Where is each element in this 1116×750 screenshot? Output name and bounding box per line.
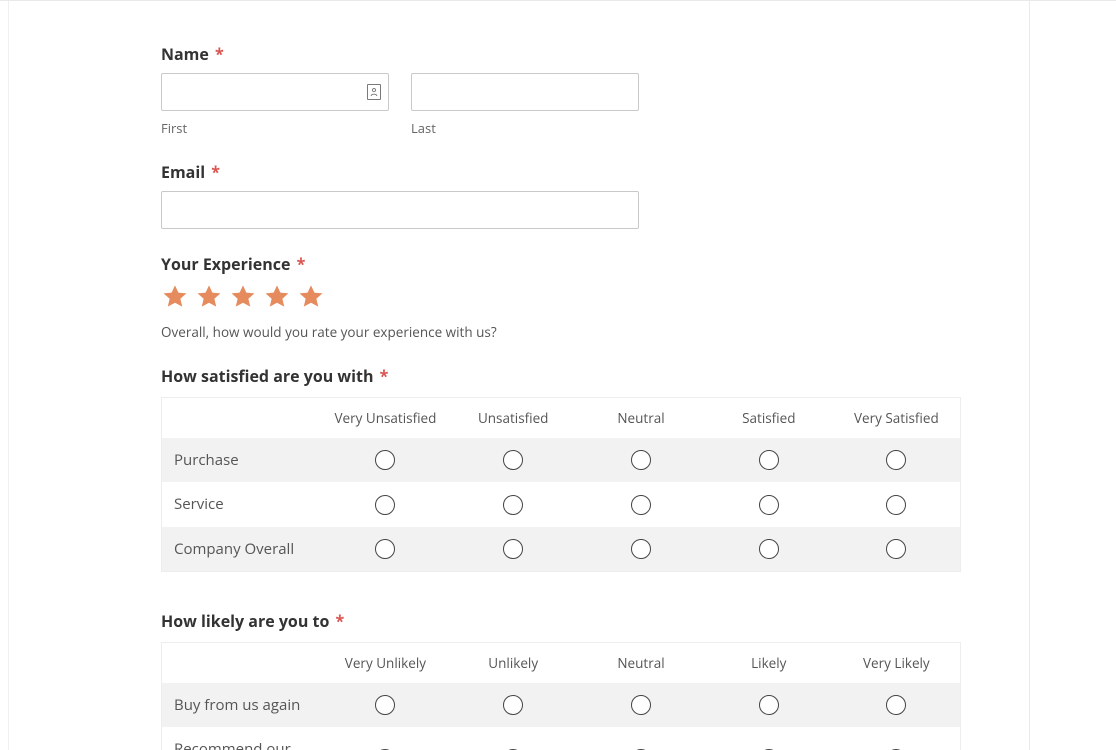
satisfaction-service-satisfied[interactable] [759, 495, 779, 515]
satisfaction-col-0: Very Unsatisfied [322, 398, 450, 439]
likelihood-buy-very-unlikely[interactable] [375, 695, 395, 715]
last-name-sublabel: Last [411, 119, 639, 137]
satisfaction-service-neutral[interactable] [631, 495, 651, 515]
likelihood-buy-neutral[interactable] [631, 695, 651, 715]
satisfaction-service-very-unsatisfied[interactable] [375, 495, 395, 515]
required-marker: * [211, 161, 220, 183]
satisfaction-col-2: Neutral [577, 398, 705, 439]
likelihood-buy-unlikely[interactable] [503, 695, 523, 715]
likelihood-col-3: Likely [705, 642, 833, 683]
contact-card-icon [367, 84, 381, 100]
star-5[interactable] [297, 283, 325, 311]
satisfaction-company-satisfied[interactable] [759, 539, 779, 559]
satisfaction-purchase-neutral[interactable] [631, 450, 651, 470]
first-name-sublabel: First [161, 119, 389, 137]
satisfaction-row-purchase: Purchase [162, 438, 961, 482]
satisfaction-field: How satisfied are you with * Very Unsati… [161, 365, 961, 572]
satisfaction-col-1: Unsatisfied [449, 398, 577, 439]
name-field: Name * [161, 43, 961, 137]
required-marker: * [297, 253, 306, 275]
satisfaction-row-0-label: Purchase [162, 438, 322, 482]
likelihood-row-0-label: Buy from us again [162, 683, 322, 727]
satisfaction-company-neutral[interactable] [631, 539, 651, 559]
satisfaction-row-2-label: Company Overall [162, 527, 322, 572]
likelihood-field: How likely are you to * Very Unlikely Un… [161, 610, 961, 750]
last-name-input[interactable] [411, 73, 639, 111]
satisfaction-purchase-very-satisfied[interactable] [886, 450, 906, 470]
satisfaction-purchase-satisfied[interactable] [759, 450, 779, 470]
satisfaction-service-unsatisfied[interactable] [503, 495, 523, 515]
satisfaction-label-text: How satisfied are you with [161, 365, 373, 387]
likelihood-col-4: Very Likely [833, 642, 961, 683]
satisfaction-row-1-label: Service [162, 482, 322, 526]
star-4[interactable] [263, 283, 291, 311]
star-3[interactable] [229, 283, 257, 311]
likelihood-row-recommend: Recommend our product to others [162, 727, 961, 750]
satisfaction-company-unsatisfied[interactable] [503, 539, 523, 559]
form-panel: Name * [8, 1, 1030, 750]
required-marker: * [380, 365, 389, 387]
likelihood-col-1: Unlikely [449, 642, 577, 683]
name-label-text: Name [161, 43, 209, 65]
likelihood-matrix: Very Unlikely Unlikely Neutral Likely Ve… [161, 642, 961, 750]
star-2[interactable] [195, 283, 223, 311]
satisfaction-row-service: Service [162, 482, 961, 526]
experience-label-text: Your Experience [161, 253, 290, 275]
likelihood-buy-very-likely[interactable] [886, 695, 906, 715]
email-label: Email * [161, 161, 961, 183]
satisfaction-col-4: Very Satisfied [833, 398, 961, 439]
likelihood-buy-likely[interactable] [759, 695, 779, 715]
required-marker: * [215, 43, 224, 65]
required-marker: * [336, 610, 345, 632]
email-label-text: Email [161, 161, 205, 183]
satisfaction-matrix: Very Unsatisfied Unsatisfied Neutral Sat… [161, 397, 961, 572]
satisfaction-label: How satisfied are you with * [161, 365, 961, 387]
experience-label: Your Experience * [161, 253, 961, 275]
satisfaction-row-company: Company Overall [162, 527, 961, 572]
likelihood-label-text: How likely are you to [161, 610, 329, 632]
experience-field: Your Experience * Overall, how would you… [161, 253, 961, 341]
satisfaction-purchase-very-unsatisfied[interactable] [375, 450, 395, 470]
likelihood-row-buy: Buy from us again [162, 683, 961, 727]
likelihood-col-2: Neutral [577, 642, 705, 683]
likelihood-col-0: Very Unlikely [322, 642, 450, 683]
star-1[interactable] [161, 283, 189, 311]
satisfaction-company-very-unsatisfied[interactable] [375, 539, 395, 559]
satisfaction-col-3: Satisfied [705, 398, 833, 439]
email-field: Email * [161, 161, 961, 229]
email-input[interactable] [161, 191, 639, 229]
star-rating[interactable] [161, 283, 961, 311]
first-name-input[interactable] [161, 73, 389, 111]
experience-hint: Overall, how would you rate your experie… [161, 323, 961, 341]
likelihood-row-1-label: Recommend our product to others [162, 727, 322, 750]
name-label: Name * [161, 43, 961, 65]
satisfaction-company-very-satisfied[interactable] [886, 539, 906, 559]
satisfaction-purchase-unsatisfied[interactable] [503, 450, 523, 470]
satisfaction-service-very-satisfied[interactable] [886, 495, 906, 515]
likelihood-label: How likely are you to * [161, 610, 961, 632]
